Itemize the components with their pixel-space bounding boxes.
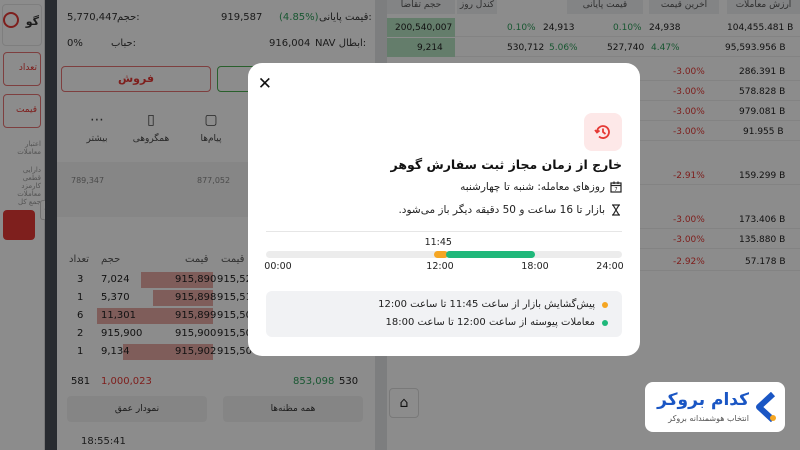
- legend-dot-orange: [602, 301, 608, 308]
- brand-logo-icon: [755, 391, 777, 423]
- calendar-icon: 7: [610, 181, 622, 193]
- close-icon[interactable]: ✕: [258, 76, 272, 93]
- market-status-text: بازار تا 16 ساعت و 50 دقیقه دیگر باز می‌…: [398, 204, 605, 216]
- close-time-label: 18:00: [521, 261, 549, 272]
- legend-text-preopen: پیش‌گشایش بازار از ساعت 11:45 تا ساعت 12…: [378, 299, 595, 310]
- clock-history-icon: [584, 113, 622, 151]
- continuous-segment: [446, 251, 535, 258]
- dialog-title: خارج از زمان مجاز ثبت سفارش گوهر: [390, 157, 622, 172]
- market-closed-dialog: ✕ خارج از زمان مجاز ثبت سفارش گوهر 7 روز…: [248, 63, 640, 356]
- legend-text-continuous: معاملات پیوسته از ساعت 12:00 تا ساعت 18:…: [385, 317, 595, 328]
- preopen-time-label: 11:45: [424, 237, 452, 248]
- brand-tagline: انتخاب هوشمندانه بروکر: [668, 414, 749, 423]
- legend-item-continuous: معاملات پیوسته از ساعت 12:00 تا ساعت 18:…: [386, 317, 608, 328]
- timeline-end-label: 24:00: [596, 261, 624, 272]
- market-status-row: بازار تا 16 ساعت و 50 دقیقه دیگر باز می‌…: [398, 204, 622, 216]
- brand-name: کدام بروکر: [657, 390, 749, 410]
- open-time-label: 12:00: [426, 261, 454, 272]
- trading-hours-timeline: 00:00 24:00 11:45 12:00 18:00: [264, 233, 624, 273]
- svg-text:7: 7: [614, 187, 617, 193]
- trading-days-row: 7 روزهای معامله: شنبه تا چهارشنبه: [460, 181, 622, 193]
- timeline-legend: پیش‌گشایش بازار از ساعت 11:45 تا ساعت 12…: [266, 291, 622, 337]
- legend-item-preopen: پیش‌گشایش بازار از ساعت 11:45 تا ساعت 12…: [378, 299, 608, 310]
- divider: [266, 231, 622, 232]
- timeline-start-label: 00:00: [264, 261, 292, 272]
- trading-days-text: روزهای معامله: شنبه تا چهارشنبه: [460, 181, 605, 193]
- brand-watermark: کدام بروکر انتخاب هوشمندانه بروکر: [645, 382, 785, 432]
- legend-dot-green: [602, 319, 608, 326]
- hourglass-icon: [610, 204, 622, 216]
